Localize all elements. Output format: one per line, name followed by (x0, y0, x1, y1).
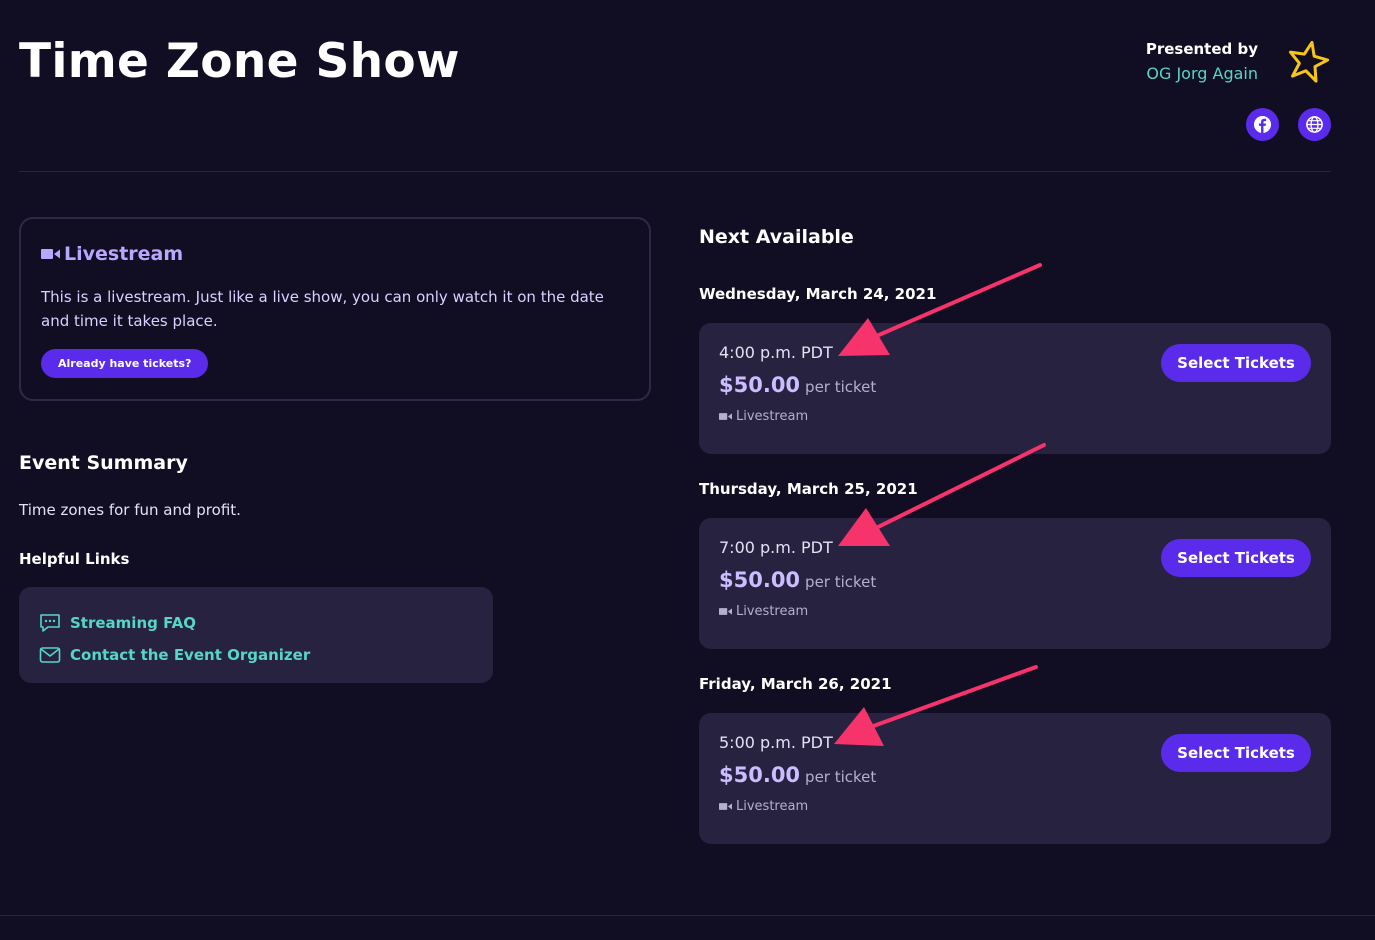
streaming-faq-link[interactable]: Streaming FAQ (39, 607, 473, 639)
livestream-tag: Livestream (719, 409, 1311, 424)
globe-icon (1306, 116, 1323, 133)
event-summary-title: Event Summary (19, 452, 188, 474)
select-tickets-button[interactable]: Select Tickets (1161, 734, 1311, 772)
contact-organizer-label: Contact the Event Organizer (70, 646, 311, 664)
helpful-links-title: Helpful Links (19, 550, 130, 568)
per-ticket-label: per ticket (805, 768, 877, 786)
per-ticket-label: per ticket (805, 378, 877, 396)
star-logo-icon (1288, 40, 1330, 83)
facebook-icon (1253, 115, 1272, 134)
showtime-card: 7:00 p.m. PDT $50.00 per ticket Livestre… (699, 518, 1331, 649)
select-tickets-button[interactable]: Select Tickets (1161, 344, 1311, 382)
livestream-tag-label: Livestream (736, 604, 809, 619)
presented-by-label: Presented by (1145, 40, 1258, 58)
helpful-links-card: Streaming FAQ Contact the Event Organize… (19, 587, 493, 683)
event-page: Time Zone Show Presented by OG Jorg Agai… (0, 0, 1375, 940)
streaming-faq-label: Streaming FAQ (70, 614, 196, 632)
select-tickets-button[interactable]: Select Tickets (1161, 539, 1311, 577)
footer-divider (0, 915, 1375, 916)
facebook-button[interactable] (1246, 108, 1279, 141)
ticket-price: $50.00 (719, 763, 801, 787)
envelope-icon (39, 647, 61, 663)
livestream-tag: Livestream (719, 604, 1311, 619)
showtime-card: 5:00 p.m. PDT $50.00 per ticket Livestre… (699, 713, 1331, 844)
showtime-card: 4:00 p.m. PDT $50.00 per ticket Livestre… (699, 323, 1331, 454)
show-date: Thursday, March 25, 2021 (699, 480, 918, 498)
video-camera-icon (719, 608, 732, 615)
video-camera-icon (719, 413, 732, 420)
ticket-price: $50.00 (719, 568, 801, 592)
presenter-block: Presented by OG Jorg Again (1146, 40, 1258, 83)
livestream-tag: Livestream (719, 799, 1311, 814)
livestream-tag-label: Livestream (736, 409, 809, 424)
livestream-heading-text: Livestream (64, 243, 184, 265)
livestream-tag-label: Livestream (736, 799, 809, 814)
page-title: Time Zone Show (19, 34, 460, 89)
next-available-title: Next Available (699, 226, 854, 248)
video-camera-icon (719, 803, 732, 810)
ticket-price: $50.00 (719, 373, 801, 397)
livestream-info-card: Livestream This is a livestream. Just li… (19, 217, 651, 401)
livestream-heading: Livestream (41, 243, 629, 265)
header-divider (19, 171, 1331, 172)
livestream-description: This is a livestream. Just like a live s… (41, 288, 604, 330)
contact-organizer-link[interactable]: Contact the Event Organizer (39, 639, 473, 671)
presenter-name-link[interactable]: OG Jorg Again (1146, 64, 1258, 83)
per-ticket-label: per ticket (805, 573, 877, 591)
website-button[interactable] (1298, 108, 1331, 141)
show-date: Friday, March 26, 2021 (699, 675, 892, 693)
show-date: Wednesday, March 24, 2021 (699, 285, 937, 303)
video-camera-icon (41, 249, 60, 259)
chat-bubble-icon (40, 614, 60, 632)
event-summary-text: Time zones for fun and profit. (19, 501, 241, 519)
already-have-tickets-button[interactable]: Already have tickets? (41, 349, 209, 378)
